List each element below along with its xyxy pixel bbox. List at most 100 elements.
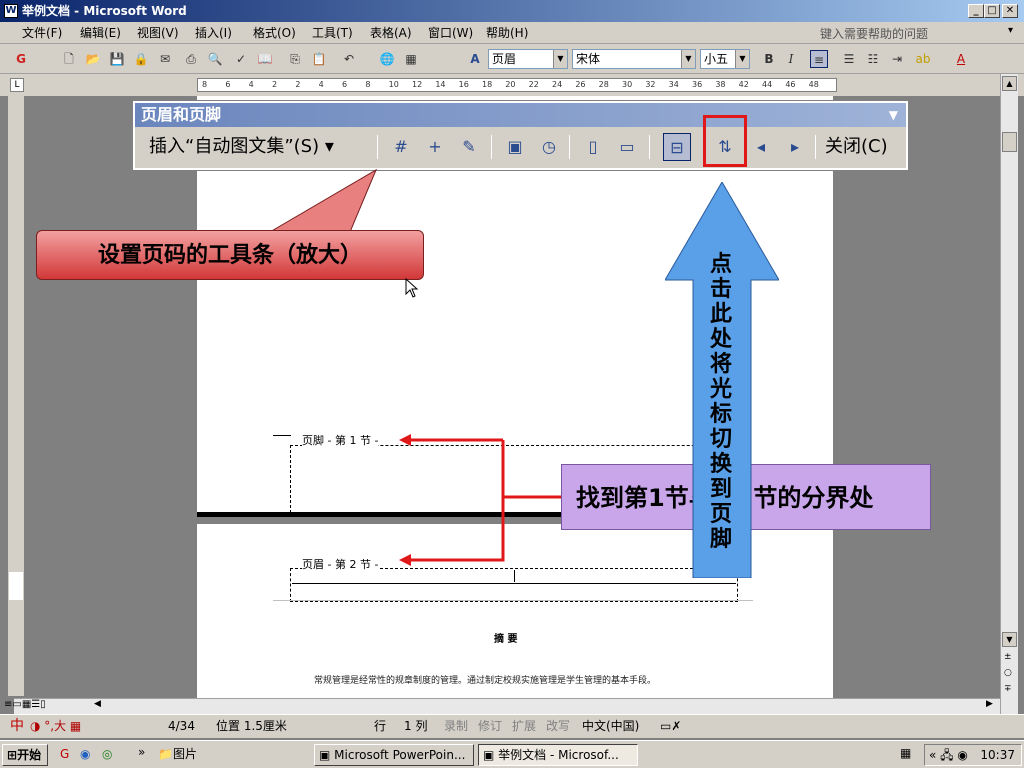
status-page: 4/34 [168, 719, 195, 733]
browse-object-icon[interactable]: ○ [1004, 668, 1012, 678]
task-folder[interactable]: 📁图片 [154, 744, 306, 766]
style-select[interactable]: 页眉 ▼ [488, 49, 568, 69]
ruler-tick-label: 2 [272, 80, 278, 89]
quicklaunch-icon[interactable]: G [60, 747, 69, 761]
ruler-tick-label: 24 [552, 80, 563, 89]
menu-window[interactable]: 窗口(W) [428, 25, 473, 41]
word-icon: W [4, 4, 18, 18]
scroll-up-icon[interactable]: ▲ [1002, 76, 1017, 91]
menu-help[interactable]: 帮助(H) [486, 25, 528, 41]
close-hf-button[interactable]: 关闭(C) [825, 135, 888, 159]
show-previous-icon[interactable]: ◂ [747, 133, 775, 161]
size-select[interactable]: 小五 ▼ [700, 49, 750, 69]
close-button[interactable]: ✕ [1002, 4, 1018, 18]
new-icon[interactable]: 🗋 [60, 50, 78, 68]
tray-expand-icon[interactable]: « [929, 748, 936, 762]
ruler-tick-label: 18 [482, 80, 493, 89]
bold-button[interactable]: B [760, 50, 778, 68]
tray-app-icon[interactable]: ◉ [957, 748, 967, 762]
next-page-icon[interactable]: ∓ [1004, 684, 1012, 694]
research-icon[interactable]: 📖 [256, 50, 274, 68]
show-next-icon[interactable]: ▸ [781, 133, 809, 161]
paste-icon[interactable]: 📋 [310, 50, 328, 68]
show-document-text-icon[interactable]: ▭ [613, 133, 641, 161]
permission-icon[interactable]: 🔒 [132, 50, 150, 68]
help-close-icon[interactable]: ▾ [1008, 25, 1013, 36]
align-center-icon[interactable]: ≡ [810, 50, 828, 68]
ime-status-icon[interactable]: 中 [10, 715, 24, 737]
ruler-tick-label: 12 [412, 80, 423, 89]
highlight-icon[interactable]: ab [914, 50, 932, 68]
menu-file[interactable]: 文件(F) [22, 25, 62, 41]
scroll-right-icon[interactable]: ▶ [986, 699, 993, 709]
menu-tools[interactable]: 工具(T) [312, 25, 353, 41]
hyperlink-icon[interactable]: 🌐 [378, 50, 396, 68]
menu-edit[interactable]: 编辑(E) [80, 25, 121, 41]
status-trk[interactable]: 修订 [478, 715, 502, 737]
insert-autotext-button[interactable]: 插入“自动图文集”(S) ▾ [149, 135, 334, 159]
menu-format[interactable]: 格式(O) [253, 25, 296, 41]
insert-page-count-icon[interactable]: + [421, 133, 449, 161]
horizontal-ruler[interactable]: 8 6 4 2 2 4 6 8 10 12 14 16 18 20 22 24 26 28 30 32 34 36 38 42… [197, 78, 837, 92]
status-ovr[interactable]: 改写 [546, 715, 570, 737]
help-search-input[interactable]: 键入需要帮助的问题 [820, 25, 1000, 41]
status-ext[interactable]: 扩展 [512, 715, 536, 737]
ruler-tick-label: 22 [528, 80, 539, 89]
app-logo-icon[interactable]: G [12, 50, 30, 68]
font-color-icon[interactable]: A [952, 50, 970, 68]
prev-page-icon[interactable]: ± [1004, 652, 1012, 662]
table-icon[interactable]: ▦ [402, 50, 420, 68]
bullets-icon[interactable]: ☷ [864, 50, 882, 68]
scroll-left-icon[interactable]: ◀ [94, 699, 101, 709]
tab-selector-icon[interactable]: L [10, 78, 24, 92]
numbering-icon[interactable]: ☰ [840, 50, 858, 68]
task-powerpoint[interactable]: ▣ Microsoft PowerPoin... [314, 744, 474, 766]
copy-icon[interactable]: ⎘ [286, 50, 304, 68]
insert-page-number-icon[interactable]: # [387, 133, 415, 161]
status-rec[interactable]: 录制 [444, 715, 468, 737]
print-preview-icon[interactable]: 🔍 [206, 50, 224, 68]
start-button[interactable]: ⊞开始 [2, 744, 48, 766]
menu-table[interactable]: 表格(A) [370, 25, 412, 41]
ime-tray-icon[interactable]: ▦ [900, 746, 911, 760]
open-icon[interactable]: 📂 [84, 50, 102, 68]
horizontal-scrollbar[interactable]: ≡▭▦☰▯ ◀ ▶ [4, 698, 1000, 714]
ime-toolbar-icon[interactable]: ◑ °,大 ▦ [30, 715, 81, 737]
undo-icon[interactable]: ↶ [340, 50, 358, 68]
vertical-scrollbar[interactable]: ▲ ▼ ± ○ ∓ [1000, 74, 1018, 714]
save-icon[interactable]: 💾 [108, 50, 126, 68]
style-value: 页眉 [492, 52, 517, 66]
more-chevron-icon[interactable]: » [138, 745, 145, 759]
toolbar-options-icon[interactable]: ▼ [889, 103, 898, 127]
minimize-button[interactable]: _ [968, 4, 984, 18]
scroll-down-icon[interactable]: ▼ [1002, 632, 1017, 647]
format-page-number-icon[interactable]: ✎ [455, 133, 483, 161]
insert-date-icon[interactable]: ▣ [501, 133, 529, 161]
maximize-button[interactable]: □ [984, 4, 1000, 18]
page-setup-icon[interactable]: ▯ [579, 133, 607, 161]
view-buttons[interactable]: ≡▭▦☰▯ [4, 699, 46, 710]
email-icon[interactable]: ✉ [156, 50, 174, 68]
media-icon[interactable]: ◎ [102, 747, 112, 761]
highlight-box-switch-button [703, 115, 747, 167]
italic-button[interactable]: I [782, 50, 800, 68]
font-value: 宋体 [576, 52, 601, 66]
scroll-thumb[interactable] [1002, 132, 1017, 152]
task-word[interactable]: ▣ 举例文档 - Microsof... [478, 744, 638, 766]
print-icon[interactable]: ⎙ [182, 50, 200, 68]
network-icon[interactable]: 🖧 [940, 748, 953, 762]
ruler-tick-label: 6 [225, 80, 231, 89]
styles-icon[interactable]: A [466, 50, 484, 68]
browser-icon[interactable]: ◉ [80, 747, 90, 761]
menu-insert[interactable]: 插入(I) [195, 25, 232, 41]
task-folder-label: 图片 [172, 747, 197, 761]
vertical-ruler[interactable] [8, 96, 24, 696]
menu-view[interactable]: 视图(V) [137, 25, 179, 41]
spelling-icon[interactable]: ✓ [232, 50, 250, 68]
same-as-previous-icon[interactable]: ⊟ [663, 133, 691, 161]
indent-icon[interactable]: ⇥ [888, 50, 906, 68]
font-select[interactable]: 宋体 ▼ [572, 49, 696, 69]
status-position: 位置 1.5厘米 [216, 719, 287, 733]
hf-toolbar-title-text: 页眉和页脚 [141, 105, 222, 124]
insert-time-icon[interactable]: ◷ [535, 133, 563, 161]
